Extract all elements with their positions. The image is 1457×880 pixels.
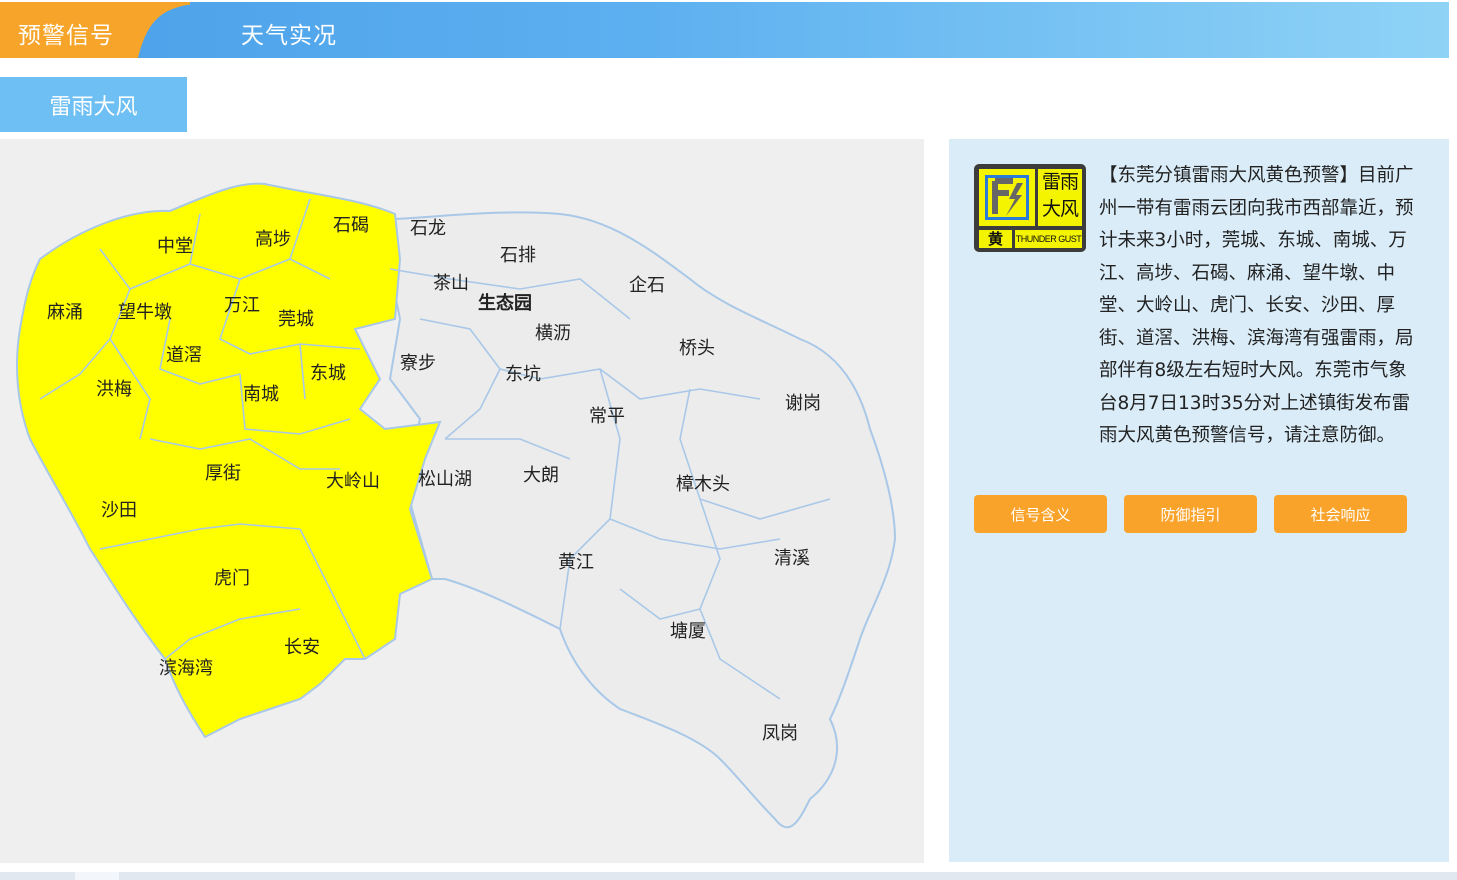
town-label-houjie: 厚街 [205,463,241,484]
town-label-dalingshan: 大岭山 [326,471,380,492]
town-label-daojiao: 道滘 [166,345,202,366]
signal-meaning-button[interactable]: 信号含义 [974,495,1107,533]
town-label-machong: 麻涌 [47,302,83,323]
town-label-qingxi: 清溪 [774,548,810,569]
town-label-shilong: 石龙 [410,218,446,239]
warning-info-panel: 雷雨 大风 黄 THUNDER GUST 【东莞分镇雷雨大风黄色预警】目前广州一… [949,139,1449,862]
top-nav-bar: 预警信号 天气实况 [0,2,1449,58]
signal-icon-english: THUNDER GUST [1015,230,1082,248]
bottom-scroll-strip [0,872,1457,880]
social-response-button[interactable]: 社会响应 [1274,495,1407,533]
town-label-nancheng: 南城 [243,384,279,405]
thunder-gust-yellow-icon: 雷雨 大风 黄 THUNDER GUST [974,164,1086,252]
town-label-shatian: 沙田 [101,500,137,521]
tab-warning-signal[interactable]: 预警信号 [0,2,190,58]
town-label-hongmei: 洪梅 [96,379,132,400]
town-label-changan: 长安 [284,637,320,658]
tab-weather-live[interactable]: 天气实况 [241,16,337,50]
town-label-dalang: 大朗 [523,465,559,486]
town-label-hengli: 横沥 [535,323,571,344]
town-label-liaobu: 寮步 [400,353,436,374]
normal-region [388,211,897,829]
town-label-zhangmutou: 樟木头 [676,474,730,495]
town-label-shijie: 石碣 [333,215,369,236]
town-label-shipai: 石排 [500,245,536,266]
town-label-songshanhu: 松山湖 [418,469,472,490]
town-label-wanjiang: 万江 [224,295,260,316]
town-label-tangxia: 塘厦 [670,621,706,642]
warning-map-panel: 中堂 高埗 石碣 麻涌 望牛墩 万江 莞城 道滘 洪梅 南城 东城 厚街 大岭山… [0,139,924,863]
town-label-xiegang: 谢岗 [785,393,821,414]
signal-icon-chars-line1: 雷雨 [1041,171,1079,193]
town-label-binhaiwan: 滨海湾 [159,658,213,679]
town-label-gaobu: 高埗 [255,229,291,250]
tab-warning-label: 预警信号 [18,23,114,49]
town-label-qishi: 企石 [629,275,665,296]
town-label-chashan: 茶山 [433,273,469,294]
lightning-bolt-icon [979,169,1035,226]
town-label-shengtaiyuan: 生态园 [478,292,532,314]
warning-description: 【东莞分镇雷雨大风黄色预警】目前广州一带有雷雨云团向我市西部靠近，预计未来3小时… [1099,165,1414,446]
town-map: 中堂 高埗 石碣 麻涌 望牛墩 万江 莞城 道滘 洪梅 南城 东城 厚街 大岭山… [16,182,897,829]
town-label-huangjiang: 黄江 [558,552,594,573]
town-label-wangniudun: 望牛墩 [118,302,172,323]
signal-icon-level: 黄 [979,230,1012,248]
signal-icon-chars: 雷雨 大风 [1038,169,1082,226]
town-label-fenggang: 凤岗 [762,723,798,744]
town-label-qiaotou: 桥头 [679,338,715,359]
town-label-zhongtang: 中堂 [157,236,193,257]
town-label-humen: 虎门 [214,568,250,589]
warned-region [16,182,442,739]
signal-icon-chars-line2: 大风 [1041,198,1079,220]
subtab-thunder-gust[interactable]: 雷雨大风 [0,77,187,132]
town-label-changping: 常平 [589,406,625,427]
town-label-dongcheng: 东城 [310,363,346,384]
town-label-guancheng: 莞城 [278,309,314,330]
bottom-scroll-thumb[interactable] [75,872,119,880]
defense-guide-button[interactable]: 防御指引 [1124,495,1257,533]
town-label-dongkeng: 东坑 [505,364,541,385]
